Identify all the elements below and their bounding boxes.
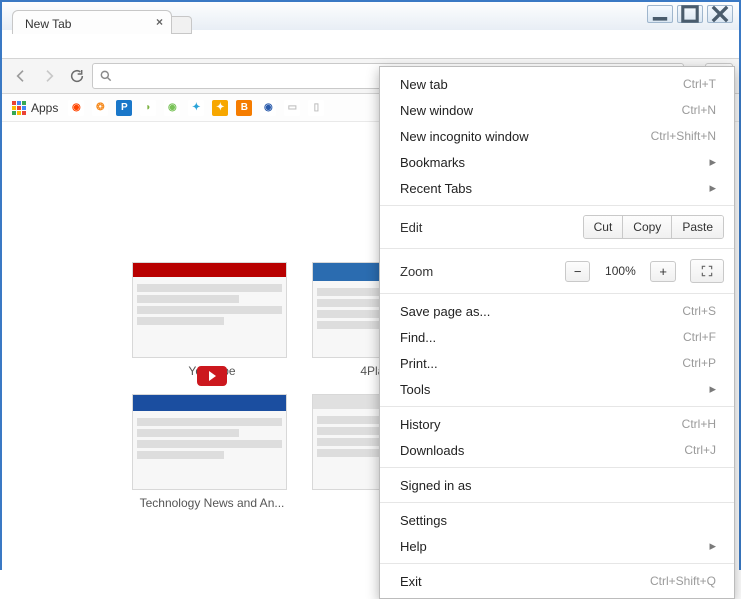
menu-signed-in[interactable]: Signed in as xyxy=(380,472,734,498)
copy-button[interactable]: Copy xyxy=(622,216,671,238)
chrome-menu: New tabCtrl+T New windowCtrl+N New incog… xyxy=(379,66,735,599)
apps-grid-icon xyxy=(12,101,26,115)
menu-exit[interactable]: ExitCtrl+Shift+Q xyxy=(380,568,734,594)
thumbnail-preview xyxy=(132,262,287,358)
menu-print[interactable]: Print...Ctrl+P xyxy=(380,350,734,376)
most-visited-tile[interactable]: YouTube xyxy=(132,262,292,378)
menu-save-page[interactable]: Save page as...Ctrl+S xyxy=(380,298,734,324)
menu-new-window[interactable]: New windowCtrl+N xyxy=(380,97,734,123)
menu-downloads[interactable]: DownloadsCtrl+J xyxy=(380,437,734,463)
tab-title: New Tab xyxy=(25,17,71,31)
share-icon[interactable]: ✦ xyxy=(188,100,204,116)
search-icon xyxy=(99,69,113,83)
zoom-value: 100% xyxy=(598,264,642,278)
back-button[interactable] xyxy=(8,63,34,89)
menu-history[interactable]: HistoryCtrl+H xyxy=(380,411,734,437)
zoom-out-button[interactable]: − xyxy=(565,261,591,282)
android-green-icon[interactable]: ◗ xyxy=(140,100,156,116)
menu-separator xyxy=(380,563,734,564)
menu-help[interactable]: Help▸ xyxy=(380,533,734,559)
chevron-right-icon: ▸ xyxy=(709,538,716,554)
menu-separator xyxy=(380,467,734,468)
play-icon xyxy=(197,366,227,386)
page-icon[interactable]: ▭ xyxy=(284,100,300,116)
tab-strip: New Tab × xyxy=(12,10,192,34)
chevron-right-icon: ▸ xyxy=(709,381,716,397)
page2-icon[interactable]: ▯ xyxy=(308,100,324,116)
close-button[interactable] xyxy=(707,5,733,23)
menu-incognito[interactable]: New incognito windowCtrl+Shift+N xyxy=(380,123,734,149)
edit-button-group: Cut Copy Paste xyxy=(583,215,724,239)
menu-bookmarks[interactable]: Bookmarks▸ xyxy=(380,149,734,175)
thumbnail-preview xyxy=(132,394,287,490)
menu-new-tab[interactable]: New tabCtrl+T xyxy=(380,71,734,97)
tab-newtab[interactable]: New Tab × xyxy=(12,10,172,34)
menu-separator xyxy=(380,205,734,206)
menu-recent-tabs[interactable]: Recent Tabs▸ xyxy=(380,175,734,201)
chevron-right-icon: ▸ xyxy=(709,180,716,196)
paste-button[interactable]: Paste xyxy=(671,216,723,238)
menu-separator xyxy=(380,502,734,503)
reddit-icon[interactable]: ◉ xyxy=(68,100,84,116)
android-robot-icon[interactable]: ◉ xyxy=(164,100,180,116)
cut-button[interactable]: Cut xyxy=(584,216,623,238)
maximize-button[interactable] xyxy=(677,5,703,23)
minimize-button[interactable] xyxy=(647,5,673,23)
apps-label: Apps xyxy=(31,101,58,115)
menu-separator xyxy=(380,406,734,407)
blogger-icon[interactable]: B xyxy=(236,100,252,116)
fullscreen-button[interactable] xyxy=(690,259,724,283)
zoom-label: Zoom xyxy=(400,264,557,279)
fullscreen-icon xyxy=(700,264,714,278)
menu-edit-row: Edit Cut Copy Paste xyxy=(380,210,734,244)
thumbnail-label: Technology News and An... xyxy=(132,496,292,510)
menu-find[interactable]: Find...Ctrl+F xyxy=(380,324,734,350)
apps-button[interactable]: Apps xyxy=(12,101,58,115)
menu-zoom-row: Zoom − 100% + xyxy=(380,253,734,289)
edit-label: Edit xyxy=(400,220,575,235)
lightning-icon[interactable]: ✦ xyxy=(212,100,228,116)
menu-separator xyxy=(380,248,734,249)
menu-tools[interactable]: Tools▸ xyxy=(380,376,734,402)
pandora-icon[interactable]: P xyxy=(116,100,132,116)
firefox-icon[interactable]: ◉ xyxy=(260,100,276,116)
zoom-in-button[interactable]: + xyxy=(650,261,676,282)
reload-button[interactable] xyxy=(64,63,90,89)
swirl-icon[interactable]: ❂ xyxy=(92,100,108,116)
tab-close-icon[interactable]: × xyxy=(156,15,163,29)
most-visited-tile[interactable]: Technology News and An... xyxy=(132,394,292,510)
menu-separator xyxy=(380,293,734,294)
forward-button[interactable] xyxy=(36,63,62,89)
new-tab-button[interactable] xyxy=(172,16,192,34)
menu-settings[interactable]: Settings xyxy=(380,507,734,533)
chevron-right-icon: ▸ xyxy=(709,154,716,170)
